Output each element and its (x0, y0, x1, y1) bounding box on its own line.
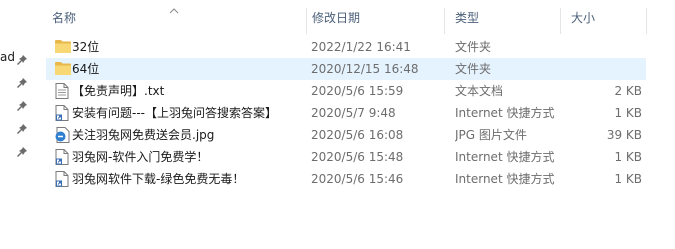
file-name: 64位 (72, 62, 100, 76)
file-date: 2020/5/7 9:48 (311, 106, 396, 120)
navigation-pane: ad (0, 0, 36, 249)
file-row[interactable]: 64位 2020/12/15 16:48 文件夹 (46, 58, 646, 80)
pin-icon[interactable] (17, 55, 27, 65)
file-size: 39 KB (606, 128, 642, 142)
column-header-size[interactable]: 大小 (557, 0, 647, 36)
column-divider[interactable] (646, 8, 647, 34)
shortcut-icon (55, 171, 69, 187)
file-size (570, 36, 642, 58)
file-type: 文件夹 (455, 62, 492, 76)
file-date: 2020/5/6 15:59 (311, 84, 404, 98)
shortcut-icon (55, 149, 69, 165)
file-type: 文件夹 (455, 40, 492, 54)
file-row[interactable]: 羽兔网-软件入门免费学！ 2020/5/6 15:48 Internet 快捷方… (46, 146, 646, 168)
file-name: 羽兔网-软件入门免费学！ (72, 150, 209, 164)
file-date: 2022/1/22 16:41 (311, 40, 411, 54)
folder-icon (55, 61, 71, 77)
column-header-type[interactable]: 类型 (441, 0, 556, 36)
file-row[interactable]: 羽兔网软件下载-绿色免费无毒！ 2020/5/6 15:46 Internet … (46, 168, 646, 190)
file-name: 32位 (72, 40, 100, 54)
file-row[interactable]: 【免责声明】.txt 2020/5/6 15:59 文本文档 2 KB (46, 80, 646, 102)
file-row[interactable]: 32位 2022/1/22 16:41 文件夹 (46, 36, 646, 58)
file-type: 文本文档 (455, 84, 504, 98)
nav-item-label[interactable]: ad (0, 50, 15, 64)
file-name: 【免责声明】.txt (72, 84, 165, 98)
file-name: 安装有问题---【上羽兔问答搜索答案】 (72, 106, 277, 120)
file-size: 2 KB (614, 84, 642, 98)
jpg-image-icon (55, 127, 70, 143)
file-name: 关注羽兔网免费送会员.jpg (72, 128, 215, 142)
file-date: 2020/12/15 16:48 (311, 62, 419, 76)
shortcut-icon (55, 105, 69, 121)
column-header: 名称 修改日期 类型 大小 (36, 0, 675, 36)
file-size: 1 KB (614, 172, 642, 186)
folder-icon (55, 39, 71, 55)
file-list: 32位 2022/1/22 16:41 文件夹 64位 2020/12/15 1… (46, 36, 646, 190)
file-row[interactable]: 关注羽兔网免费送会员.jpg 2020/5/6 16:08 JPG 图片文件 3… (46, 124, 646, 146)
file-date: 2020/5/6 16:08 (311, 128, 404, 142)
pin-icon[interactable] (17, 78, 27, 88)
file-explorer-window: ad 名称 修改日期 类型 大小 32位 2022/1/22 16:41 文件夹… (0, 0, 675, 249)
column-header-name[interactable]: 名称 (38, 0, 306, 36)
file-size: 1 KB (614, 106, 642, 120)
file-size: 1 KB (614, 150, 642, 164)
file-type: JPG 图片文件 (455, 128, 527, 142)
pin-icon[interactable] (17, 101, 27, 111)
file-type: Internet 快捷方式 (455, 150, 555, 164)
file-type: Internet 快捷方式 (455, 106, 555, 120)
file-type: Internet 快捷方式 (455, 172, 555, 186)
file-name: 羽兔网软件下载-绿色免费无毒！ (72, 172, 245, 186)
file-date: 2020/5/6 15:48 (311, 150, 404, 164)
file-row[interactable]: 安装有问题---【上羽兔问答搜索答案】 2020/5/7 9:48 Intern… (46, 102, 646, 124)
column-header-date[interactable]: 修改日期 (298, 0, 438, 36)
file-size (570, 58, 642, 80)
text-file-icon (55, 83, 69, 99)
pin-icon[interactable] (17, 124, 27, 134)
pin-icon[interactable] (17, 147, 27, 157)
file-date: 2020/5/6 15:46 (311, 172, 404, 186)
